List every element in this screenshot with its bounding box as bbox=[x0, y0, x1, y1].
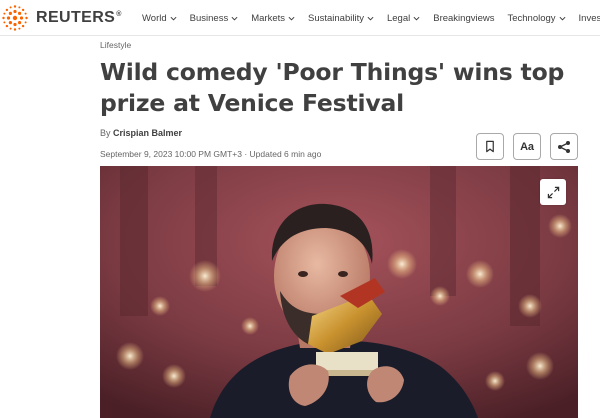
reuters-wordmark: REUTERS® bbox=[36, 9, 122, 26]
section-link[interactable]: Lifestyle bbox=[100, 40, 131, 50]
nav-item-sustainability[interactable]: Sustainability bbox=[308, 13, 374, 24]
nav-item-label: World bbox=[142, 12, 167, 24]
hero-photo[interactable] bbox=[100, 166, 578, 418]
byline-prefix: By bbox=[100, 128, 114, 138]
text-size-label: Aa bbox=[520, 140, 534, 153]
hero-photo-image bbox=[100, 166, 578, 418]
nav-item-markets[interactable]: Markets bbox=[251, 13, 295, 24]
main-nav: World Business Markets Sustainability Le… bbox=[142, 0, 600, 36]
nav-item-label: Legal bbox=[386, 12, 411, 24]
nav-item-investigations[interactable]: Investig bbox=[579, 13, 600, 24]
author-link[interactable]: Crispian Balmer bbox=[113, 128, 182, 138]
chevron-down-icon bbox=[170, 15, 177, 22]
bookmark-icon bbox=[486, 140, 494, 153]
reuters-logo-icon bbox=[2, 5, 28, 31]
nav-item-world[interactable]: World bbox=[142, 13, 177, 24]
expand-photo-button[interactable] bbox=[540, 179, 566, 205]
chevron-down-icon bbox=[231, 15, 238, 22]
nav-item-label: Technology bbox=[507, 12, 556, 24]
nav-item-label: Sustainability bbox=[308, 12, 364, 24]
nav-item-label: Breakingviews bbox=[433, 12, 495, 24]
reuters-logo[interactable]: REUTERS® bbox=[0, 4, 122, 32]
article-headline: Wild comedy 'Poor Things' wins top prize… bbox=[100, 58, 565, 117]
top-navigation-bar: REUTERS® World Business Markets Sustaina… bbox=[0, 0, 600, 36]
nav-item-business[interactable]: Business bbox=[190, 13, 239, 24]
nav-item-legal[interactable]: Legal bbox=[387, 13, 420, 24]
expand-icon bbox=[547, 186, 559, 198]
chevron-down-icon bbox=[288, 15, 295, 22]
chevron-down-icon bbox=[559, 15, 566, 22]
nav-item-label: Markets bbox=[251, 12, 285, 24]
share-icon bbox=[558, 140, 570, 153]
article-actions: Aa bbox=[476, 133, 578, 160]
nav-item-label: Business bbox=[189, 12, 229, 24]
text-size-button[interactable]: Aa bbox=[513, 133, 541, 160]
article-dateline: September 9, 2023 10:00 PM GMT+3 · Updat… bbox=[100, 149, 322, 159]
chevron-down-icon bbox=[413, 15, 420, 22]
nav-item-breakingviews[interactable]: Breakingviews bbox=[433, 13, 494, 24]
bookmark-button[interactable] bbox=[476, 133, 504, 160]
nav-item-label: Investig bbox=[578, 12, 600, 24]
chevron-down-icon bbox=[367, 15, 374, 22]
share-button[interactable] bbox=[550, 133, 578, 160]
nav-item-technology[interactable]: Technology bbox=[507, 12, 566, 24]
byline: By Crispian Balmer bbox=[100, 128, 182, 138]
